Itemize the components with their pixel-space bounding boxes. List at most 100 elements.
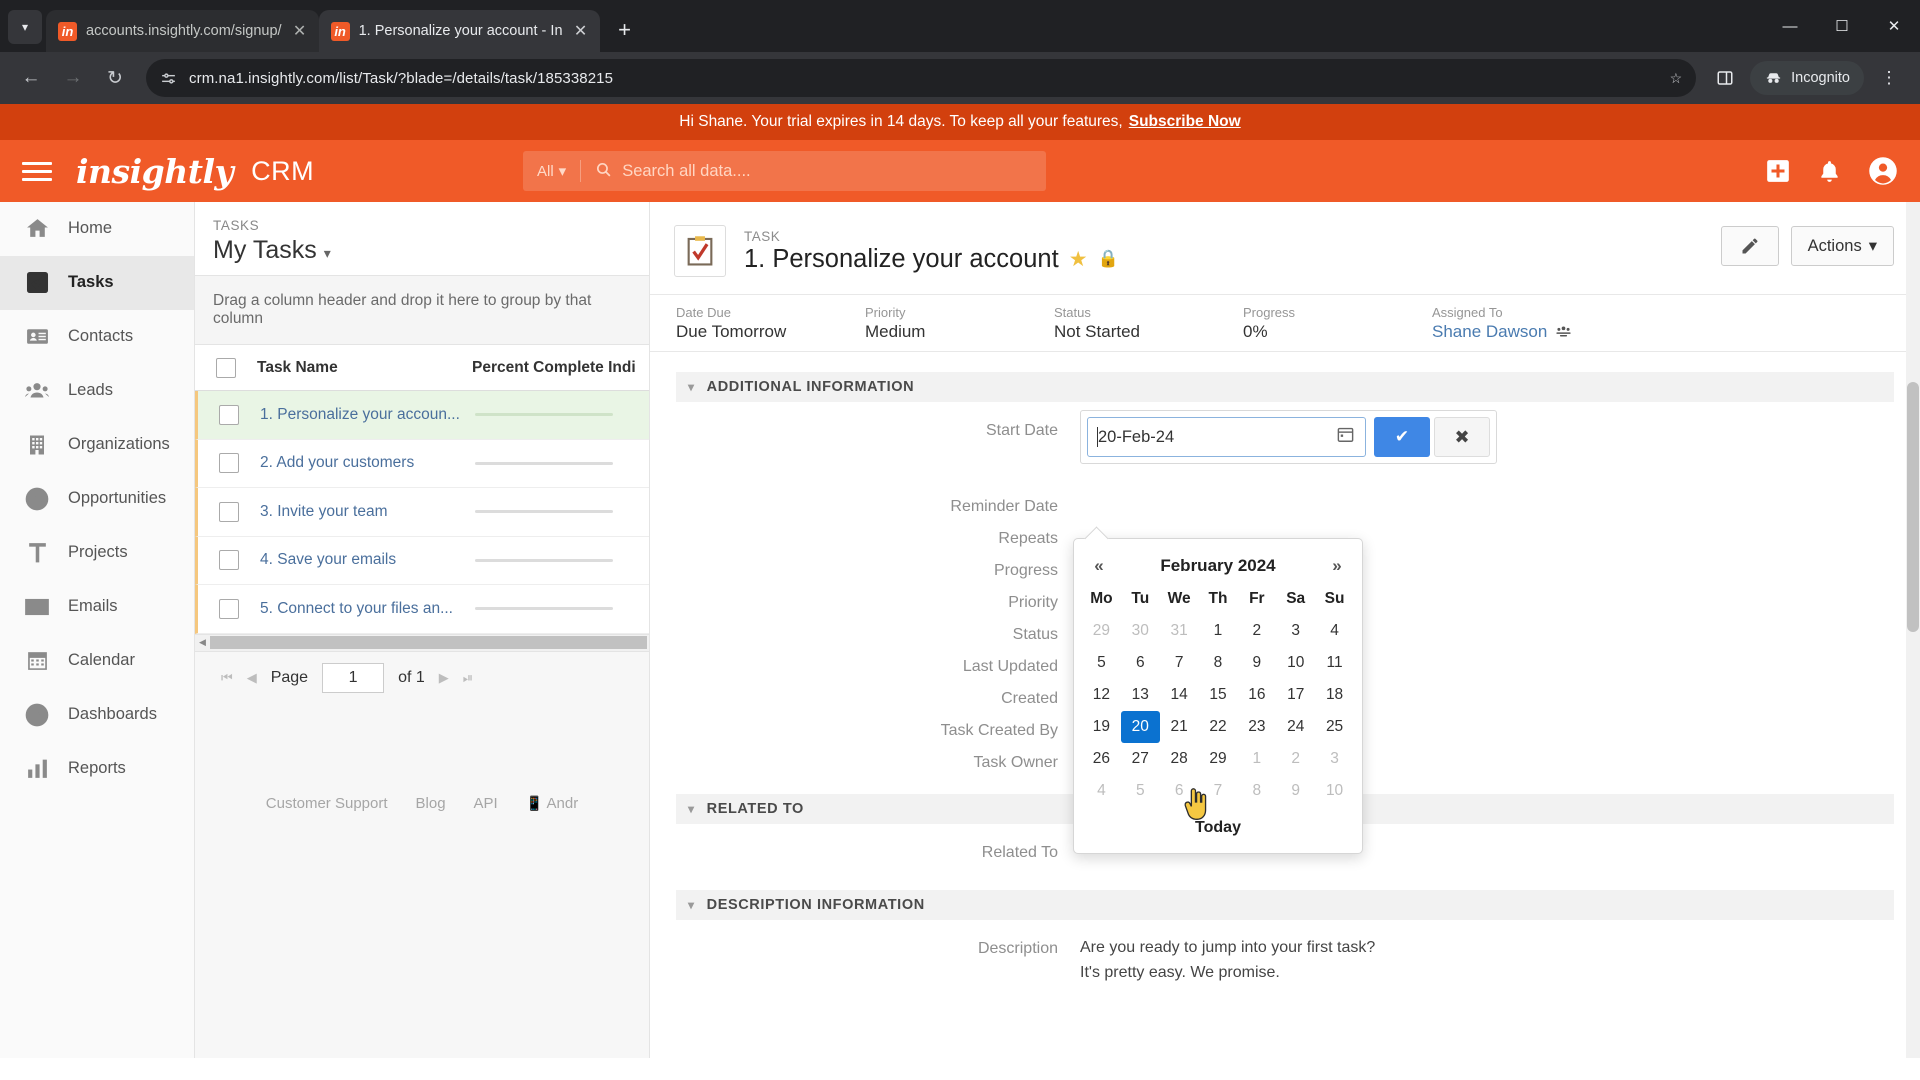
day-cell[interactable]: 5 [1082,647,1121,679]
day-cell[interactable]: 3 [1315,743,1354,775]
day-cell[interactable]: 22 [1199,711,1238,743]
day-cell[interactable]: 26 [1082,743,1121,775]
day-cell[interactable]: 1 [1237,743,1276,775]
minimize-button[interactable]: — [1764,0,1816,52]
footer-link-api[interactable]: API [474,795,498,812]
browser-tab-2[interactable]: in 1. Personalize your account - In ✕ [318,10,600,52]
global-search[interactable]: All ▾ Search all data.... [523,151,1046,191]
day-cell[interactable]: 21 [1160,711,1199,743]
first-page-icon[interactable]: ⏮ [221,670,233,686]
select-all-checkbox[interactable] [216,357,236,378]
day-cell[interactable]: 16 [1237,679,1276,711]
day-cell[interactable]: 27 [1121,743,1160,775]
day-cell[interactable]: 17 [1276,679,1315,711]
day-cell[interactable]: 31 [1160,615,1199,647]
row-checkbox[interactable] [219,404,239,425]
sidebar-item-tasks[interactable]: Tasks [0,256,194,310]
day-cell[interactable]: 3 [1276,615,1315,647]
sidebar-item-opportunities[interactable]: Opportunities [0,472,194,526]
detail-vertical-scrollbar[interactable] [1906,202,1920,1058]
prev-page-icon[interactable]: ◀ [247,670,257,686]
scrollbar-thumb[interactable] [210,636,647,649]
table-row[interactable]: 1. Personalize your accoun... [195,391,649,440]
footer-link-blog[interactable]: Blog [416,795,446,812]
sidebar-item-leads[interactable]: Leads [0,364,194,418]
close-tab-icon[interactable]: ✕ [572,21,590,41]
date-picker-popup[interactable]: « February 2024 » Mo Tu We Th Fr Sa Su 2… [1073,538,1363,854]
sidebar-item-emails[interactable]: Emails [0,580,194,634]
day-cell[interactable]: 30 [1121,615,1160,647]
day-cell[interactable]: 2 [1237,615,1276,647]
insightly-logo[interactable]: insightly [76,152,234,191]
day-cell[interactable]: 4 [1315,615,1354,647]
actions-button[interactable]: Actions ▾ [1790,226,1894,266]
column-header-task-name[interactable]: Task Name [257,359,472,377]
sidebar-item-contacts[interactable]: Contacts [0,310,194,364]
month-year-label[interactable]: February 2024 [1116,556,1320,576]
sidebar-item-dashboards[interactable]: Dashboards [0,688,194,742]
row-checkbox[interactable] [219,501,239,522]
table-row[interactable]: 4. Save your emails [195,536,649,585]
footer-link-customer-support[interactable]: Customer Support [266,795,388,812]
day-cell[interactable]: 24 [1276,711,1315,743]
search-input[interactable]: Search all data.... [622,162,1046,181]
day-cell[interactable]: 10 [1276,647,1315,679]
day-cell[interactable]: 6 [1121,647,1160,679]
row-select-cell[interactable] [198,550,260,571]
day-cell[interactable]: 29 [1082,615,1121,647]
table-row[interactable]: 2. Add your customers [195,439,649,488]
day-cell[interactable]: 8 [1199,647,1238,679]
day-cell[interactable]: 8 [1237,775,1276,807]
calendar-icon[interactable] [1336,425,1355,449]
task-name-link[interactable]: 1. Personalize your accoun... [260,406,475,424]
day-cell[interactable]: 9 [1276,775,1315,807]
footer-link-android[interactable]: 📱 Andr [526,795,578,812]
list-view-selector[interactable]: My Tasks ▾ [213,236,649,265]
scrollbar-thumb[interactable] [1907,382,1919,632]
table-row[interactable]: 5. Connect to your files an... [195,585,649,634]
incognito-chip[interactable]: Incognito [1750,61,1864,95]
row-checkbox[interactable] [219,550,239,571]
task-name-link[interactable]: 3. Invite your team [260,503,475,521]
task-name-link[interactable]: 5. Connect to your files an... [260,600,475,618]
day-cell[interactable]: 13 [1121,679,1160,711]
day-cell-selected[interactable]: 20 [1120,711,1160,743]
scroll-left-icon[interactable]: ◀ [195,637,210,648]
site-info-icon[interactable] [160,70,177,87]
day-cell[interactable]: 19 [1082,711,1121,743]
page-number-input[interactable] [322,663,385,693]
close-tab-icon[interactable]: ✕ [291,21,309,41]
select-all-cell[interactable] [195,357,257,378]
address-bar[interactable]: crm.na1.insightly.com/list/Task/?blade=/… [146,59,1697,97]
browser-menu-icon[interactable]: ⋮ [1870,59,1908,97]
next-page-icon[interactable]: ▶ [439,670,449,686]
forward-icon[interactable]: → [54,59,92,97]
row-select-cell[interactable] [198,453,260,474]
day-cell[interactable]: 2 [1276,743,1315,775]
day-cell[interactable]: 14 [1160,679,1199,711]
last-page-icon[interactable]: ⏯ [463,670,473,686]
notifications-icon[interactable] [1817,159,1842,184]
day-cell[interactable]: 6 [1160,775,1199,807]
sidebar-item-calendar[interactable]: Calendar [0,634,194,688]
maximize-button[interactable]: ☐ [1816,0,1868,52]
day-cell[interactable]: 25 [1315,711,1354,743]
table-row[interactable]: 3. Invite your team [195,488,649,537]
day-cell[interactable]: 28 [1160,743,1199,775]
side-panel-icon[interactable] [1706,59,1744,97]
browser-tab-1[interactable]: in accounts.insightly.com/signup/ ✕ [46,10,319,52]
task-name-link[interactable]: 4. Save your emails [260,551,475,569]
search-scope-dropdown[interactable]: All ▾ [523,162,580,181]
day-cell[interactable]: 4 [1082,775,1121,807]
close-window-button[interactable]: ✕ [1868,0,1920,52]
edit-button[interactable] [1720,226,1779,266]
start-date-input[interactable]: 20-Feb-24 [1087,417,1366,457]
today-button[interactable]: Today [1082,811,1354,845]
plus-square-icon[interactable] [1765,158,1791,184]
account-circle-icon[interactable] [1868,156,1898,186]
day-cell[interactable]: 10 [1315,775,1354,807]
day-cell[interactable]: 23 [1237,711,1276,743]
row-select-cell[interactable] [198,501,260,522]
new-tab-button[interactable]: + [608,13,642,47]
sidebar-item-projects[interactable]: Projects [0,526,194,580]
